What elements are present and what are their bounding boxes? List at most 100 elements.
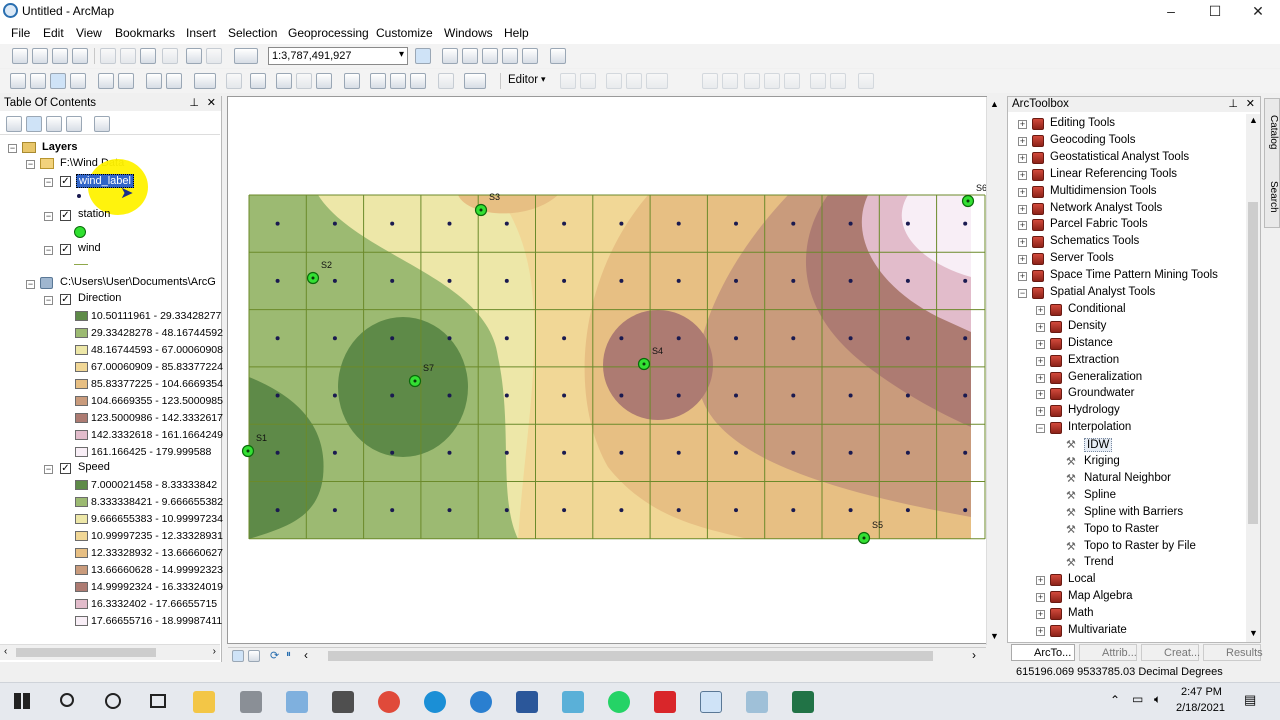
toolset-hydrology[interactable]: Hydrology [1068,404,1120,416]
list-by-source-icon[interactable] [26,116,42,132]
close-icon[interactable]: ✕ [1246,97,1255,110]
scroll-left-icon[interactable]: ‹ [4,646,7,657]
tray-chevron-icon[interactable]: ⌃ [1110,693,1120,707]
app-icon[interactable] [470,691,492,713]
list-by-selection-icon[interactable] [66,116,82,132]
app-icon[interactable] [240,691,262,713]
expand-icon[interactable]: + [1036,373,1045,383]
expand-icon[interactable]: + [1036,407,1045,417]
scroll-right-icon[interactable]: › [972,648,976,662]
collapse-station-icon[interactable]: − [44,212,53,221]
expand-icon[interactable]: + [1036,322,1045,332]
forward-extent-icon[interactable] [166,73,182,89]
expand-icon[interactable]: + [1036,593,1045,603]
scroll-left-icon[interactable]: ‹ [304,648,308,662]
select-features-icon[interactable] [194,73,216,89]
print-icon[interactable] [72,48,88,64]
refresh-icon[interactable]: ⟳ [270,649,279,662]
tab-attributes[interactable]: Attrib... [1079,644,1137,661]
direction-visibility-checkbox[interactable]: ✓ [60,294,71,305]
go-to-xy-icon[interactable] [410,73,426,89]
create-features-icon[interactable] [858,73,874,89]
map-vertical-scrollbar[interactable]: ▲ ▼ [986,97,1000,645]
time-slider-icon[interactable] [438,73,454,89]
expand-icon[interactable]: + [1036,390,1045,400]
endpoint-arc-icon[interactable] [626,73,642,89]
list-by-visibility-icon[interactable] [46,116,62,132]
html-popup-icon[interactable] [316,73,332,89]
map-horizontal-scroll-thumb[interactable] [328,651,933,661]
expand-icon[interactable]: + [1018,204,1027,214]
toolbox-network-analyst-tools[interactable]: Network Analyst Tools [1050,202,1162,214]
toolbox-multidimension-tools[interactable]: Multidimension Tools [1050,185,1157,197]
clock-date[interactable]: 2/18/2021 [1176,702,1225,714]
acrobat-icon[interactable] [654,691,676,713]
close-icon[interactable]: ✕ [207,96,216,109]
delete-icon[interactable] [162,48,178,64]
expand-icon[interactable]: + [1018,120,1027,129]
menu-customize[interactable]: Customize [376,26,433,40]
tool-topo-to-raster-by-file[interactable]: Topo to Raster by File [1084,540,1196,552]
pin-icon[interactable]: ⊥ [1228,97,1238,110]
toolset-conditional[interactable]: Conditional [1068,303,1126,315]
expand-icon[interactable]: + [1018,187,1027,197]
copy-icon[interactable] [120,48,136,64]
speed-visibility-checkbox[interactable]: ✓ [60,463,71,474]
hyperlink-icon[interactable] [296,73,312,89]
network-icon[interactable]: ▭ [1132,692,1143,706]
tool-natural-neighbor[interactable]: Natural Neighbor [1084,472,1171,484]
collapse-icon[interactable]: − [1018,289,1027,298]
redo-icon[interactable] [206,48,222,64]
layers-root-label[interactable]: Layers [42,141,77,153]
catalog-tab[interactable]: Catalog [1265,101,1279,163]
identify-icon[interactable] [276,73,292,89]
edit-tool-icon[interactable] [560,73,576,89]
tool-idw[interactable]: IDW [1084,438,1113,453]
fixed-zoom-in-icon[interactable] [98,73,114,89]
find-route-icon[interactable] [390,73,406,89]
collapse-layers-icon[interactable]: − [8,144,17,153]
expand-icon[interactable]: + [1018,255,1027,265]
scroll-right-icon[interactable]: › [213,646,216,657]
search-icon[interactable] [60,693,74,707]
editor-toolbar-icon[interactable] [415,48,431,64]
back-extent-icon[interactable] [146,73,162,89]
toolbox-schematics-tools[interactable]: Schematics Tools [1050,235,1139,247]
search-window-icon[interactable] [482,48,498,64]
full-extent-icon[interactable] [70,73,86,89]
arcmap-taskbar-icon[interactable] [700,691,722,713]
collapse-speed-icon[interactable]: − [44,465,53,474]
toolbox-space-time-pattern-mining-tools[interactable]: Space Time Pattern Mining Tools [1050,269,1218,281]
collapse-folder2-icon[interactable]: − [26,280,35,289]
toolset-local[interactable]: Local [1068,573,1096,585]
reshape-icon[interactable] [744,73,760,89]
tool-spline-with-barriers[interactable]: Spline with Barriers [1084,506,1183,518]
toolset-generalization[interactable]: Generalization [1068,371,1142,383]
tab-arctoolbox[interactable]: ArcTo... [1011,644,1075,661]
split-icon[interactable] [702,73,718,89]
toolset-interpolation[interactable]: Interpolation [1068,421,1131,433]
windows-start-icon[interactable] [14,693,30,709]
folder-documents[interactable]: C:\Users\User\Documents\ArcG [60,276,216,288]
layer-wind[interactable]: wind [78,242,101,254]
toolset-groundwater[interactable]: Groundwater [1068,387,1134,399]
zoom-out-icon[interactable] [30,73,46,89]
whatsapp-icon[interactable] [608,691,630,713]
scale-combo[interactable]: 1:3,787,491,927 ▾ [268,47,408,65]
python-window-icon[interactable] [522,48,538,64]
toolbox-linear-referencing-tools[interactable]: Linear Referencing Tools [1050,168,1177,180]
rotate-icon[interactable] [764,73,780,89]
clock-time[interactable]: 2:47 PM [1181,686,1222,698]
minimize-button[interactable]: – [1160,2,1182,20]
notifications-icon[interactable]: ▤ [1244,692,1256,708]
map-display[interactable]: S1 S2 S3 S4 S5 S6 S7 ⟳ ⏸ ‹ › ▲ ▼ [227,96,1000,663]
toolbox-server-tools[interactable]: Server Tools [1050,252,1114,264]
scroll-down-icon[interactable]: ▼ [1249,628,1258,638]
tool-trend[interactable]: Trend [1084,556,1114,568]
construction-tools-icon[interactable] [646,73,668,89]
expand-icon[interactable]: + [1036,627,1045,636]
pause-drawing-icon[interactable]: ⏸ [286,649,291,660]
clear-selection-icon[interactable] [226,73,242,89]
toolset-map-algebra[interactable]: Map Algebra [1068,590,1133,602]
menu-edit[interactable]: Edit [43,26,64,40]
